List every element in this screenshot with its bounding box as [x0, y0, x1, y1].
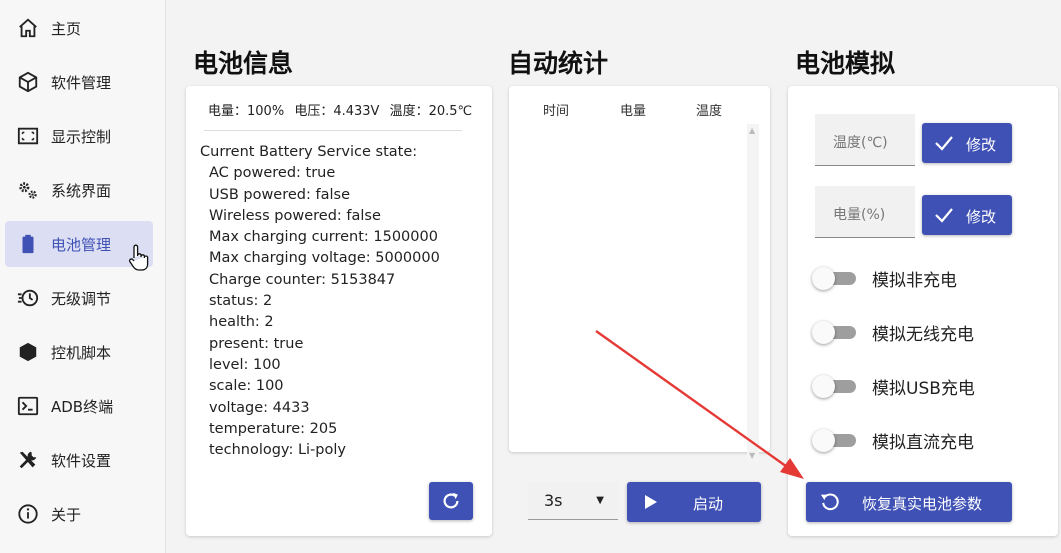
sidebar-item-label: 关于: [51, 505, 82, 524]
state-line: health: 2: [209, 314, 274, 331]
sidebar-item-software-settings[interactable]: 软件设置: [5, 437, 153, 483]
battery-level-readout: 电量：100%: [208, 104, 285, 119]
battery-sim-title: 电池模拟: [795, 49, 896, 78]
sidebar-item-about[interactable]: 关于: [5, 491, 153, 537]
edit-button-label: 修改: [966, 136, 997, 154]
sidebar-item-label: 控机脚本: [51, 343, 112, 362]
column-header-time: 时间: [543, 104, 570, 119]
state-line: Max charging voltage: 5000000: [209, 250, 440, 267]
battery-temperature-readout: 温度：20.5℃: [389, 104, 473, 119]
sidebar-item-label: 系统界面: [51, 181, 112, 200]
battery-icon: [15, 231, 41, 257]
toggle-switch[interactable]: [812, 375, 858, 398]
play-icon: [645, 495, 657, 509]
refresh-button[interactable]: [429, 482, 473, 520]
sidebar-item-adb-terminal[interactable]: ADB终端: [5, 383, 153, 429]
temperature-input[interactable]: 温度(℃): [815, 114, 915, 166]
battery-voltage-readout: 电压：4.433V: [294, 104, 380, 119]
state-line: AC powered: true: [209, 165, 336, 182]
state-line: Charge counter: 5153847: [209, 271, 396, 288]
state-line: status: 2: [209, 293, 273, 310]
toggle-sim-usb-charging[interactable]: 模拟USB充电: [812, 371, 975, 401]
state-line: USB powered: false: [209, 186, 350, 203]
toggle-sim-wireless-charging[interactable]: 模拟无线充电: [812, 317, 974, 347]
state-line: technology: Li-poly: [209, 442, 346, 459]
edit-button-label: 修改: [966, 208, 997, 226]
toggle-switch[interactable]: [812, 321, 858, 344]
sidebar-item-label: 电池管理: [51, 235, 112, 254]
start-button[interactable]: 启动: [627, 482, 761, 522]
edit-temperature-button[interactable]: 修改: [922, 123, 1012, 163]
speed-clock-icon: [15, 285, 41, 311]
divider: [204, 130, 462, 131]
terminal-icon: [15, 393, 41, 419]
battery-summary: 电量：100% 电压：4.433V 温度：20.5℃: [208, 100, 478, 119]
sidebar-item-label: 无级调节: [51, 289, 112, 308]
restore-button-label: 恢复真实电池参数: [862, 495, 983, 513]
sidebar-item-label: 显示控制: [51, 127, 112, 146]
sidebar-item-label: 主页: [51, 19, 82, 38]
column-header-temperature: 温度: [696, 104, 723, 119]
sidebar-item-system-ui[interactable]: 系统界面: [5, 167, 153, 213]
level-input[interactable]: 电量(%): [815, 186, 915, 238]
hand-cursor-icon: [129, 244, 149, 271]
sidebar: 主页 软件管理 显示控制 系统界面 电池管理 无级调节 控机脚本 ADB终端 软…: [0, 0, 166, 553]
sidebar-item-label: ADB终端: [51, 397, 114, 416]
check-icon: [935, 208, 953, 223]
restore-real-battery-button[interactable]: 恢复真实电池参数: [806, 482, 1012, 522]
scroll-up-icon[interactable]: ▲: [749, 126, 755, 135]
state-line: scale: 100: [209, 378, 284, 395]
state-title: Current Battery Service state:: [200, 144, 418, 160]
state-line: voltage: 4433: [209, 399, 310, 416]
start-button-label: 启动: [693, 495, 724, 513]
reset-icon: [820, 493, 839, 511]
interval-value: 3s: [544, 491, 563, 510]
toggle-sim-not-charging[interactable]: 模拟非充电: [812, 263, 957, 293]
package-icon: [15, 69, 41, 95]
toggle-label: 模拟非充电: [872, 270, 957, 291]
toggle-label: 模拟直流充电: [872, 432, 974, 453]
sidebar-item-control-script[interactable]: 控机脚本: [5, 329, 153, 375]
toggle-sim-dc-charging[interactable]: 模拟直流充电: [812, 425, 974, 455]
state-line: Max charging current: 1500000: [209, 229, 438, 246]
battery-state-dump: Current Battery Service state: AC powere…: [200, 142, 440, 461]
sidebar-item-software-manage[interactable]: 软件管理: [5, 59, 153, 105]
toggle-switch[interactable]: [812, 429, 858, 452]
sidebar-item-stepless-adjust[interactable]: 无级调节: [5, 275, 153, 321]
sidebar-item-display-control[interactable]: 显示控制: [5, 113, 153, 159]
sidebar-item-label: 软件设置: [51, 451, 112, 470]
edit-level-button[interactable]: 修改: [922, 195, 1012, 235]
caret-down-icon: ▼: [596, 495, 604, 506]
stats-scrollbar[interactable]: ▲ ▼: [747, 124, 759, 462]
auto-stats-card: 时间 电量 温度 ▲ ▼: [509, 86, 770, 462]
toggle-label: 模拟USB充电: [872, 378, 975, 399]
interval-select[interactable]: 3s ▼: [528, 482, 618, 520]
sidebar-item-home[interactable]: 主页: [5, 5, 153, 51]
gears-icon: [15, 177, 41, 203]
toggle-label: 模拟无线充电: [872, 324, 974, 345]
battery-info-title: 电池信息: [193, 49, 294, 78]
info-icon: [15, 501, 41, 527]
tools-icon: [15, 447, 41, 473]
check-icon: [935, 136, 953, 151]
state-line: present: true: [209, 335, 304, 352]
hexagon-icon: [15, 339, 41, 365]
state-line: level: 100: [209, 356, 281, 373]
sidebar-item-label: 软件管理: [51, 73, 112, 92]
state-line: Wireless powered: false: [209, 207, 381, 224]
home-icon: [15, 15, 41, 41]
state-line: temperature: 205: [209, 420, 338, 437]
toggle-switch[interactable]: [812, 267, 858, 290]
auto-stats-title: 自动统计: [508, 49, 609, 78]
scroll-down-icon[interactable]: ▼: [749, 451, 755, 460]
display-icon: [15, 123, 41, 149]
battery-info-card: 电量：100% 电压：4.433V 温度：20.5℃ Current Batte…: [186, 86, 492, 536]
refresh-icon: [443, 492, 459, 509]
column-header-level: 电量: [620, 104, 647, 119]
